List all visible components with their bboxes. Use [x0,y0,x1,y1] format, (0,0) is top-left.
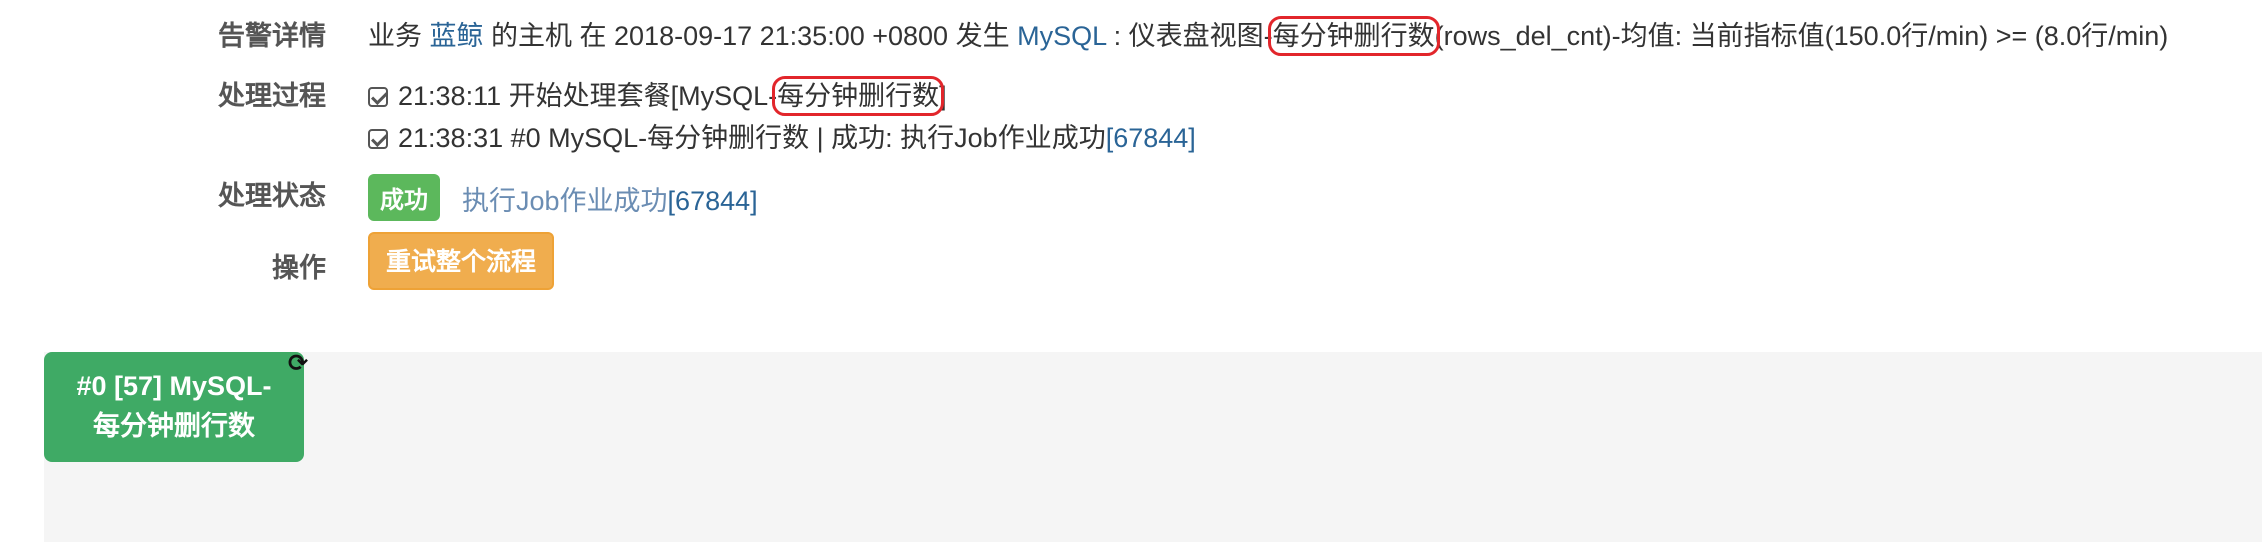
process-line-1: 21:38:11 开始处理套餐[MySQL-每分钟删行数] [368,74,947,116]
job-link[interactable]: [67844] [1106,123,1196,153]
status-job-link[interactable]: [67844] [668,186,758,216]
process-line1-prefix: 21:38:11 开始处理套餐[MySQL- [398,81,778,111]
alert-colon-text: : 仪表盘视图- [1106,21,1273,51]
alert-label: 告警详情 [218,21,326,51]
process-line1-suffix: ] [939,81,947,111]
check-icon [368,129,388,149]
process-label: 处理过程 [218,81,326,111]
refresh-icon[interactable]: ⟳ [286,352,310,376]
flow-node-line2: 每分钟删行数 [93,411,255,441]
status-value: 成功 执行Job作业成功[67844] [368,174,758,221]
flow-node-line1: #0 [57] MySQL- [76,371,272,401]
process-line-2: 21:38:31 #0 MySQL-每分钟删行数 | 成功: 执行Job作业成功… [368,116,1196,155]
status-badge: 成功 [368,174,440,221]
process-highlight: 每分钟删行数 [772,76,945,116]
flow-node[interactable]: #0 [57] MySQL- 每分钟删行数 [44,352,304,462]
alert-host-text: 的主机 在 2018-09-17 21:35:00 +0800 发生 [483,21,1018,51]
alert-prefix: 业务 [368,21,430,51]
alert-suffix: (rows_del_cnt)-均值: 当前指标值(150.0行/min) >= … [1434,21,2169,51]
mysql-link[interactable]: MySQL [1017,21,1106,51]
business-link[interactable]: 蓝鲸 [430,21,484,51]
operation-label: 操作 [272,253,326,283]
alert-details: 业务 蓝鲸 的主机 在 2018-09-17 21:35:00 +0800 发生… [368,14,2169,56]
check-icon [368,87,388,107]
metric-highlight: 每分钟删行数 [1267,16,1440,56]
status-label: 处理状态 [218,181,326,211]
retry-flow-button[interactable]: 重试整个流程 [368,232,554,290]
process-line2-text: 21:38:31 #0 MySQL-每分钟删行数 | 成功: 执行Job作业成功 [398,123,1106,153]
status-text-link[interactable]: 执行Job作业成功 [462,186,668,216]
flow-canvas [44,352,2262,542]
